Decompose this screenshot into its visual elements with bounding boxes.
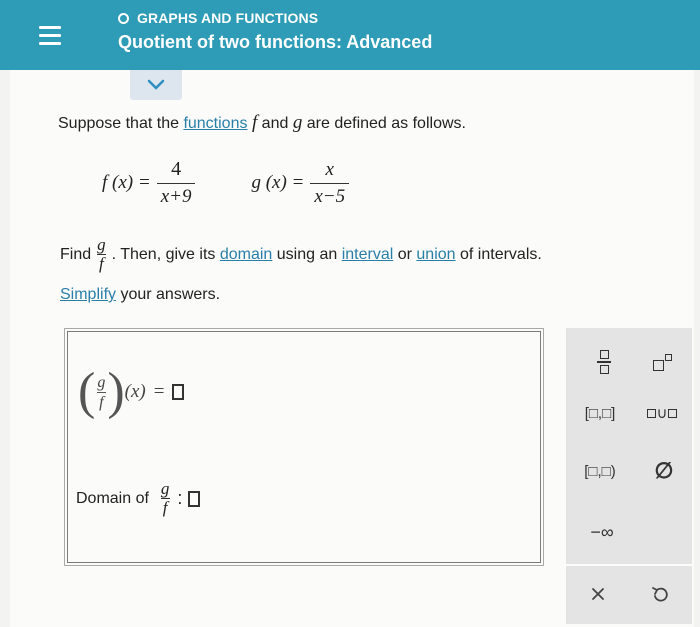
domain-link[interactable]: domain — [220, 246, 272, 264]
and-text: and — [257, 115, 293, 132]
domain-frac-num: g — [160, 479, 170, 498]
negative-infinity-button[interactable]: −∞ — [576, 518, 628, 546]
interval-link[interactable]: interval — [342, 246, 394, 264]
f-lhs: f (x) = — [102, 172, 151, 193]
exponent-button[interactable] — [642, 344, 682, 380]
palette-actions — [566, 564, 692, 624]
functions-link[interactable]: functions — [183, 115, 247, 132]
quotient-input[interactable] — [172, 384, 185, 400]
quotient-answer-row: ( g f ) (x) = — [78, 363, 185, 420]
chevron-down-icon — [147, 79, 165, 90]
simplify-after-text: your answers. — [116, 286, 221, 303]
f-fraction: 4 x+9 — [156, 158, 196, 208]
undo-button[interactable] — [642, 578, 678, 610]
domain-fraction: g f — [159, 480, 172, 517]
f-denominator: x+9 — [156, 183, 196, 208]
find-frac-den: f — [97, 254, 106, 273]
quotient-arg: (x) — [124, 381, 146, 402]
f-definition: f (x) = 4 x+9 — [102, 158, 196, 208]
then-text: . Then, give its — [111, 245, 220, 263]
closed-interval-button[interactable]: [□,□] — [572, 398, 628, 428]
domain-label: Domain of — [76, 489, 149, 507]
undo-icon — [652, 587, 668, 602]
half-open-interval-button[interactable]: [□,□) — [572, 456, 628, 486]
top-bar: GRAPHS AND FUNCTIONS Quotient of two fun… — [0, 0, 700, 70]
simplify-link[interactable]: Simplify — [60, 286, 116, 303]
domain-colon: : — [177, 488, 183, 508]
exponent-icon — [652, 353, 672, 371]
intro-text: Suppose that the — [58, 115, 184, 132]
union-link[interactable]: union — [416, 246, 455, 264]
intro-text-end: are defined as follows. — [302, 115, 466, 132]
empty-set-icon: ∅ — [654, 458, 674, 483]
topic-circle-icon — [118, 12, 129, 24]
f-numerator: 4 — [171, 158, 182, 180]
find-frac-num: g — [97, 235, 106, 254]
intro-sentence: Suppose that the functions f and g are d… — [58, 112, 466, 134]
g-variable: g — [292, 112, 303, 133]
close-icon — [592, 588, 604, 600]
union-button[interactable]: ∪ — [636, 398, 688, 428]
fraction-icon — [597, 350, 611, 374]
answer-area-inner: ( g f ) (x) = Domain of g f : — [67, 331, 541, 563]
g-numerator: x — [325, 158, 334, 180]
menu-icon[interactable] — [0, 0, 100, 70]
right-paren: ) — [107, 363, 125, 420]
quotient-fraction: g f — [95, 373, 107, 412]
left-paren: ( — [78, 363, 96, 420]
page-title: Quotient of two functions: Advanced — [118, 32, 433, 52]
topic-line: GRAPHS AND FUNCTIONS — [118, 10, 432, 26]
union-icon: ∪ — [646, 404, 678, 422]
domain-answer-row: Domain of g f : — [76, 480, 201, 517]
fraction-button[interactable] — [584, 344, 624, 380]
simplify-instruction: Simplify your answers. — [60, 286, 220, 304]
g-fraction: x x−5 — [310, 158, 350, 208]
quotient-equals: = — [153, 381, 165, 402]
find-fraction: g f — [95, 236, 108, 273]
using-text: using an — [272, 245, 342, 263]
g-definition: g (x) = x x−5 — [251, 158, 350, 208]
topic-label: GRAPHS AND FUNCTIONS — [137, 10, 319, 26]
empty-set-button[interactable]: ∅ — [646, 456, 682, 486]
quotient-num: g — [97, 373, 106, 391]
function-definitions: f (x) = 4 x+9 g (x) = x x−5 — [102, 158, 350, 208]
collapse-toggle-button[interactable] — [130, 70, 182, 100]
of-intervals-text: of intervals. — [455, 245, 542, 263]
answer-area: ( g f ) (x) = Domain of g f : — [64, 328, 544, 566]
g-denominator: x−5 — [310, 182, 350, 208]
clear-button[interactable] — [580, 578, 616, 610]
header-text: GRAPHS AND FUNCTIONS Quotient of two fun… — [118, 10, 432, 53]
quotient-den: f — [97, 391, 106, 411]
or-text: or — [393, 245, 417, 263]
g-lhs: g (x) = — [251, 172, 305, 193]
find-instruction: Find g f . Then, give its domain using a… — [60, 236, 542, 273]
domain-frac-den: f — [160, 498, 170, 517]
find-word: Find — [60, 245, 92, 263]
domain-input[interactable] — [188, 490, 201, 507]
math-palette: [□,□] ∪ [□,□) ∅ −∞ — [566, 328, 692, 564]
